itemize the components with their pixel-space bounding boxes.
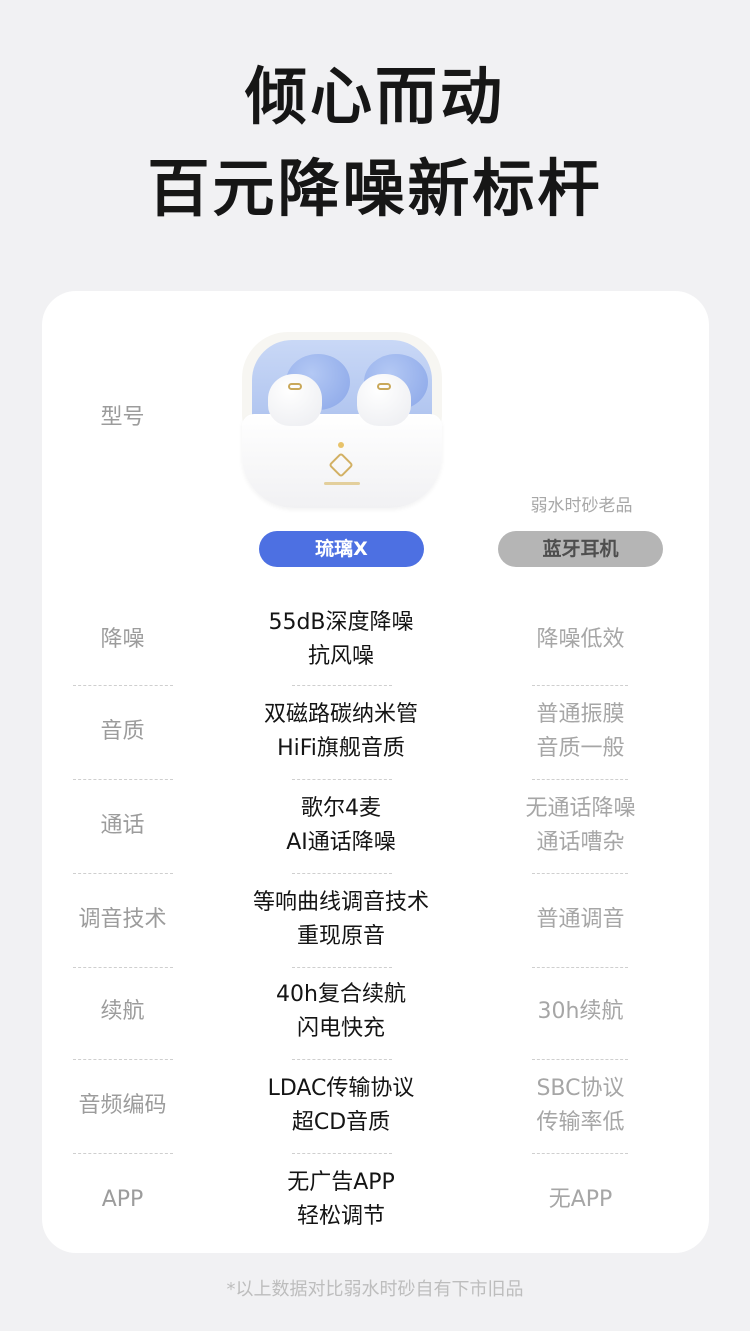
row-divider [292,1153,392,1154]
headline-line-2: 百元降噪新标杆 [147,152,603,225]
old-product-spec: 普通调音 [499,903,662,937]
new-product-spec: 双磁路碳纳米管 HiFi旗舰音质 [231,698,451,766]
row-divider [532,967,628,968]
row-divider [292,685,392,686]
old-spec-line: 普通振膜 [536,702,625,727]
old-spec-line: 30h续航 [537,999,624,1024]
row-divider [292,779,392,780]
row-label: 续航 [100,999,145,1024]
old-product-spec: 普通振膜 音质一般 [499,698,662,766]
new-spec-line: HiFi旗舰音质 [277,736,405,761]
old-product-spec: 无APP [499,1183,662,1217]
row-label: 降噪 [100,627,145,652]
new-spec-line: LDAC传输协议 [267,1076,415,1101]
row-divider [73,685,173,686]
row-label: 通话 [100,813,145,838]
row-label: APP [101,1187,144,1212]
row-divider [73,873,173,874]
row-divider [73,1059,173,1060]
row-divider [292,967,392,968]
old-product-pill: 蓝牙耳机 [498,531,663,567]
row-divider [532,1153,628,1154]
old-spec-line: 无通话降噪 [525,796,636,821]
new-product-spec: 歌尔4麦 AI通话降噪 [231,792,451,860]
row-divider [532,685,628,686]
old-spec-line: 通话嘈杂 [536,830,625,855]
new-spec-line: 抗风噪 [307,644,374,669]
footnote: *以上数据对比弱水时砂自有下市旧品 [226,1279,524,1300]
new-spec-line: 重现原音 [296,924,385,949]
row-label: 音频编码 [78,1093,167,1118]
row-divider [73,779,173,780]
old-product-spec: 30h续航 [499,995,662,1029]
new-product-spec: 40h复合续航 闪电快充 [231,978,451,1046]
right-earbud [357,374,411,426]
new-spec-line: 歌尔4麦 [301,796,381,821]
row-label: 音质 [100,719,145,744]
row-divider [532,1059,628,1060]
new-spec-line: 等响曲线调音技术 [252,890,429,915]
old-spec-line: 无APP [548,1187,613,1212]
new-spec-line: 轻松调节 [296,1204,385,1229]
new-product-pill: 琉璃X [259,531,424,567]
brand-mark [324,482,360,485]
old-product-caption: 弱水时砂老品 [530,496,633,516]
headline-line-1: 倾心而动 [244,60,505,133]
new-product-spec: 55dB深度降噪 抗风噪 [231,606,451,674]
old-product-spec: SBC协议传输率低 [499,1072,662,1140]
old-spec-line: 传输率低 [536,1110,625,1135]
new-spec-line: 40h复合续航 [276,982,406,1007]
new-spec-line: 双磁路碳纳米管 [263,702,418,727]
row-divider [73,1153,173,1154]
row-divider [292,1059,392,1060]
old-product-spec: 降噪低效 [499,623,662,657]
case-led-indicator [338,442,344,448]
row-divider [292,873,392,874]
row-divider [73,967,173,968]
old-spec-line: 普通调音 [536,907,625,932]
old-spec-line: 音质一般 [536,736,625,761]
row-label: 调音技术 [78,907,167,932]
new-product-spec: 无广告APP 轻松调节 [231,1166,451,1234]
left-earbud [268,374,322,426]
earbuds-case-image [242,330,442,510]
model-label: 型号 [100,405,145,430]
new-spec-line: 超CD音质 [291,1110,391,1135]
old-product-spec: 无通话降噪 通话嘈杂 [499,792,662,860]
row-divider [532,779,628,780]
new-spec-line: 55dB深度降噪 [268,610,414,635]
new-product-spec: 等响曲线调音技术 重现原音 [231,886,451,954]
new-spec-line: 无广告APP [287,1170,395,1195]
row-divider [532,873,628,874]
old-spec-line: SBC协议 [536,1076,625,1101]
new-spec-line: 闪电快充 [296,1016,385,1041]
new-product-spec: LDAC传输协议 超CD音质 [231,1072,451,1140]
new-spec-line: AI通话降噪 [286,830,396,855]
old-spec-line: 降噪低效 [536,627,625,652]
